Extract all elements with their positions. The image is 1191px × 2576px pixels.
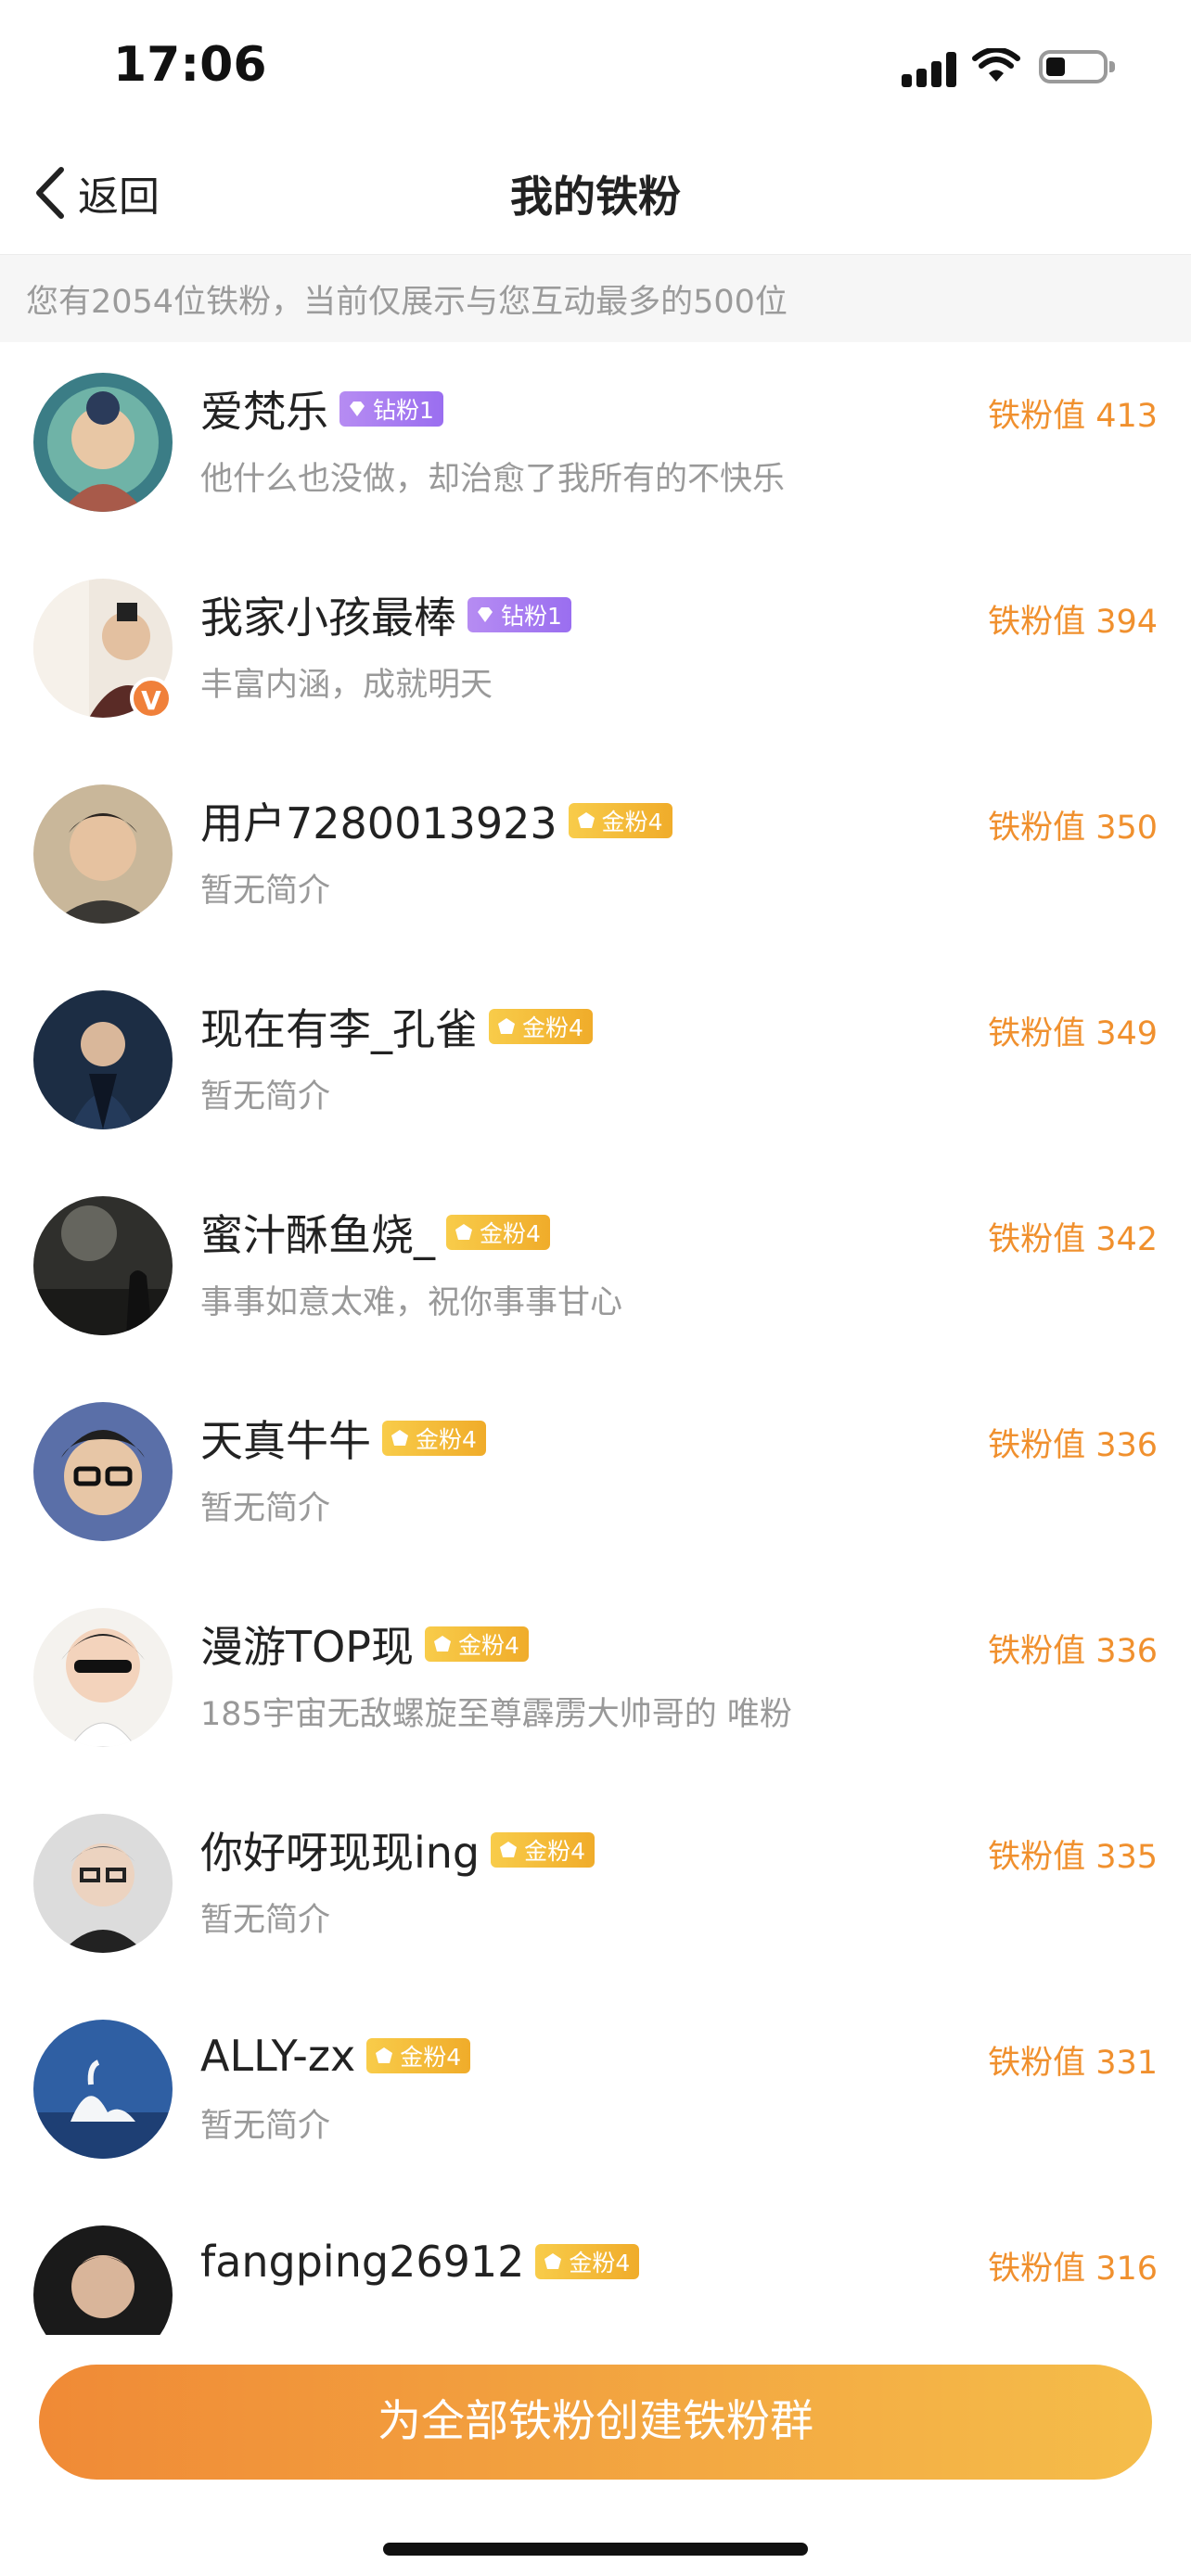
fan-name: 我家小孩最棒 [200, 593, 456, 643]
gold-gem-icon [455, 1224, 472, 1240]
avatar[interactable] [33, 1196, 173, 1335]
fan-row[interactable]: 爱梵乐 钻粉1 他什么也没做，却治愈了我所有的不快乐 铁粉值 413 [0, 341, 1191, 547]
notice-text: 您有2054位铁粉，当前仅展示与您互动最多的500位 [26, 284, 788, 321]
fan-level-badge: 金粉4 [366, 2038, 471, 2073]
status-time: 17:06 [113, 37, 267, 93]
fan-row[interactable]: 你好呀现现ing 金粉4 暂无简介 铁粉值 335 [0, 1782, 1191, 1988]
fan-score: 铁粉值 331 [988, 2045, 1158, 2082]
wifi-icon [972, 48, 1020, 82]
fan-level-badge: 金粉4 [425, 1626, 529, 1662]
fan-name: 现在有李_孔雀 [200, 1004, 478, 1054]
avatar[interactable] [33, 373, 173, 512]
page-title: 我的铁粉 [510, 172, 681, 222]
fan-name: 用户7280013923 [200, 798, 557, 848]
avatar[interactable] [33, 2020, 173, 2159]
fan-level-badge: 金粉4 [489, 1009, 593, 1044]
fan-row[interactable]: 用户7280013923 金粉4 暂无简介 铁粉值 350 [0, 753, 1191, 959]
fan-name: 你好呀现现ing [200, 1828, 480, 1878]
fan-row[interactable]: V 我家小孩最棒 钻粉1 丰富内涵，成就明天 铁粉值 394 [0, 547, 1191, 753]
fan-name: 漫游TOP现 [200, 1622, 415, 1672]
fan-bio: 暂无简介 [200, 1902, 331, 1939]
fan-bio: 暂无简介 [200, 873, 331, 910]
fan-name: 爱梵乐 [200, 387, 328, 437]
fan-bio: 暂无简介 [200, 1490, 331, 1527]
nav-bar: 返回 我的铁粉 [0, 130, 1191, 254]
fan-score: 铁粉值 316 [988, 2251, 1158, 2288]
verified-badge: V [130, 677, 173, 720]
fan-row[interactable]: 现在有李_孔雀 金粉4 暂无简介 铁粉值 349 [0, 959, 1191, 1165]
fan-score: 铁粉值 394 [988, 604, 1158, 641]
fan-row[interactable]: 天真牛牛 金粉4 暂无简介 铁粉值 336 [0, 1371, 1191, 1576]
bottom-action-bar: 为全部铁粉创建铁粉群 [0, 2335, 1191, 2576]
avatar[interactable] [33, 784, 173, 924]
fan-bio: 事事如意太难，祝你事事甘心 [200, 1284, 623, 1321]
fan-level-badge: 金粉4 [446, 1215, 550, 1250]
fan-bio: 185宇宙无敌螺旋至尊霹雳大帅哥的 唯粉 [200, 1696, 792, 1733]
battery-icon [1039, 50, 1115, 83]
fan-level-badge: 金粉4 [568, 803, 672, 838]
fan-score: 铁粉值 336 [988, 1427, 1158, 1464]
fan-bio: 暂无简介 [200, 1078, 331, 1116]
diamond-icon [478, 607, 493, 622]
gold-gem-icon [391, 1430, 408, 1446]
fan-name: 蜜汁酥鱼烧_ [200, 1210, 435, 1260]
status-bar: 17:06 [0, 0, 1191, 130]
create-fan-group-button[interactable]: 为全部铁粉创建铁粉群 [39, 2365, 1152, 2480]
gold-gem-icon [544, 2253, 562, 2269]
fan-level-badge: 钻粉1 [467, 597, 571, 632]
avatar[interactable] [33, 1814, 173, 1953]
diamond-icon [350, 402, 365, 416]
fan-row[interactable]: 漫游TOP现 金粉4 185宇宙无敌螺旋至尊霹雳大帅哥的 唯粉 铁粉值 336 [0, 1576, 1191, 1782]
fan-bio: 丰富内涵，成就明天 [200, 667, 493, 704]
fan-level-badge: 钻粉1 [339, 391, 443, 427]
fan-score: 铁粉值 336 [988, 1633, 1158, 1670]
gold-gem-icon [500, 1842, 518, 1857]
gold-gem-icon [376, 2047, 393, 2063]
fan-score: 铁粉值 349 [988, 1015, 1158, 1052]
fan-row[interactable]: 蜜汁酥鱼烧_ 金粉4 事事如意太难，祝你事事甘心 铁粉值 342 [0, 1165, 1191, 1371]
fan-list: 爱梵乐 钻粉1 他什么也没做，却治愈了我所有的不快乐 铁粉值 413 V 我家小… [0, 341, 1191, 2400]
fan-name: 天真牛牛 [200, 1416, 371, 1466]
cellular-signal-icon [902, 48, 961, 87]
avatar[interactable] [33, 1608, 173, 1747]
avatar[interactable] [33, 1402, 173, 1541]
fans-notice-banner: 您有2054位铁粉，当前仅展示与您互动最多的500位 [0, 254, 1191, 342]
fan-row[interactable]: ALLY-zx 金粉4 暂无简介 铁粉值 331 [0, 1988, 1191, 2194]
home-indicator [383, 2543, 808, 2556]
avatar[interactable] [33, 990, 173, 1129]
gold-gem-icon [498, 1018, 515, 1034]
gold-gem-icon [434, 1636, 452, 1651]
fan-bio: 暂无简介 [200, 2108, 331, 2145]
fan-name: ALLY-zx [200, 2031, 356, 2081]
fan-level-badge: 金粉4 [382, 1421, 486, 1456]
fan-name: fangping26912 [200, 2237, 525, 2287]
gold-gem-icon [577, 812, 595, 828]
fan-score: 铁粉值 335 [988, 1839, 1158, 1876]
fan-score: 铁粉值 350 [988, 810, 1158, 847]
fan-score: 铁粉值 413 [988, 398, 1158, 435]
fan-score: 铁粉值 342 [988, 1221, 1158, 1258]
fan-level-badge: 金粉4 [491, 1832, 596, 1868]
fan-level-badge: 金粉4 [535, 2244, 640, 2279]
fan-bio: 他什么也没做，却治愈了我所有的不快乐 [200, 461, 786, 498]
